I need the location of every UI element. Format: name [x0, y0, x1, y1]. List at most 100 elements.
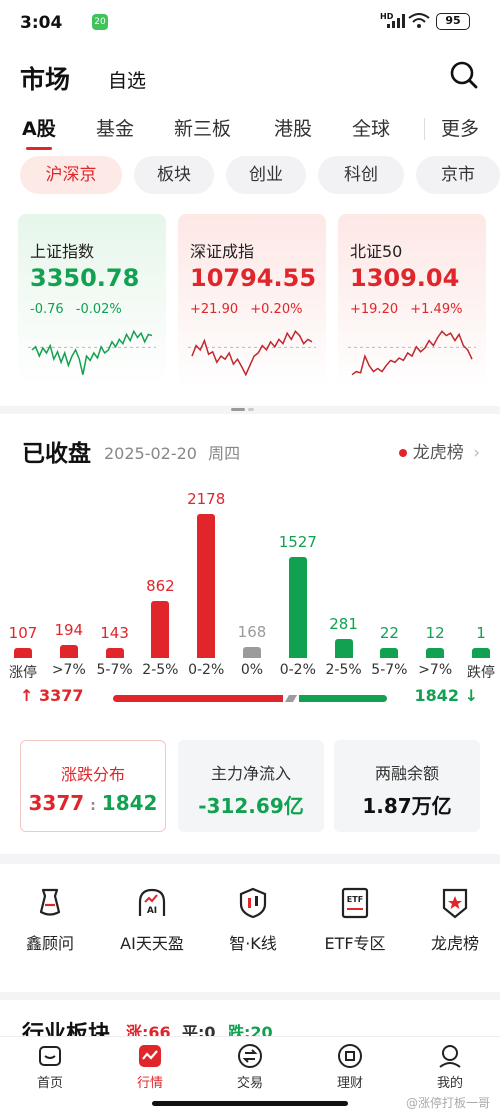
stat-label: 涨跌分布 [60, 765, 125, 784]
nav-label: 首页 [36, 1076, 63, 1091]
index-card-bse50[interactable]: 北证50 1309.04 +19.20 +1.49% [338, 214, 486, 388]
distribution-bar-value: 1527 [278, 533, 317, 552]
index-name: 上证指数 [30, 242, 95, 261]
search-icon[interactable] [449, 60, 479, 90]
shortcut-dragon-list[interactable]: 龙虎榜 [410, 886, 500, 954]
shortcut-advisor[interactable]: 鑫顾问 [5, 886, 95, 954]
page-title: 市场 [20, 65, 71, 94]
distribution-bar-label: >7% [51, 662, 86, 678]
down-count: 1842 ↓ [414, 686, 478, 705]
index-value: 3350.78 [30, 264, 140, 292]
index-card-shenzhen[interactable]: 深证成指 10794.55 +21.90 +0.20% [178, 214, 326, 388]
stat-value: 3377:1842 [21, 791, 165, 815]
ratio-bar [113, 695, 387, 702]
up-down-ratio: ↑ 3377 1842 ↓ [0, 686, 500, 716]
etf-icon: ETF [341, 887, 369, 919]
pill-bj[interactable]: 京市 [416, 156, 500, 194]
nav-label: 我的 [436, 1076, 463, 1091]
down-arrow-icon: ↓ [464, 686, 478, 705]
stat-label: 两融余额 [374, 764, 439, 783]
industry-sectors-header[interactable]: 行业板块 涨:66 平:0 跌:20 [0, 1000, 500, 1040]
tab-global[interactable]: 全球 [352, 114, 390, 141]
index-value: 1309.04 [350, 264, 460, 292]
tab-new-third-board[interactable]: 新三板 [174, 114, 231, 141]
stat-separator: : [90, 798, 96, 814]
pill-star[interactable]: 科创 [318, 156, 404, 194]
shortcut-etf[interactable]: ETF ETF专区 [310, 886, 400, 954]
distribution-bar [59, 645, 78, 658]
index-change-abs: +21.90 [190, 302, 239, 317]
carousel-dots [231, 396, 257, 415]
tab-divider [424, 118, 425, 140]
up-arrow-icon: ↑ [20, 686, 34, 705]
down-count-value: 1842 [414, 686, 460, 705]
distribution-bar [197, 514, 216, 658]
dragon-badge-icon [442, 888, 468, 919]
bottom-nav: 首页 行情 交易 理财 我的 @涨停打板一哥 [0, 1036, 500, 1111]
ratio-bar-flat [284, 695, 298, 702]
distribution-bar-label: 5-7% [96, 662, 133, 678]
index-sparkline [348, 330, 476, 376]
stat-margin-balance[interactable]: 两融余额 1.87万亿 [334, 740, 480, 832]
tab-a-shares[interactable]: A股 [22, 114, 56, 141]
index-sparkline [188, 330, 316, 377]
market-summary: 已收盘 2025-02-20 周四 龙虎榜 › 107 涨停 194 >7% 143 5-… [0, 414, 500, 854]
shortcut-ai[interactable]: AI AI天天盈 [107, 886, 197, 954]
distribution-chart: 107 涨停 194 >7% 143 5-7% 862 2-5% 2178 0-2% 168 0% 15… [0, 414, 500, 714]
market-chart-icon [139, 1045, 161, 1067]
home-indicator [152, 1101, 348, 1106]
nav-label: 行情 [136, 1076, 163, 1091]
nav-trade[interactable]: 交易 [215, 1043, 285, 1091]
status-time: 3:04 [20, 13, 63, 33]
tab-more[interactable]: 更多 [441, 114, 479, 141]
active-tab-indicator [26, 147, 52, 150]
stat-distribution[interactable]: 涨跌分布 3377:1842 [20, 740, 166, 832]
index-name: 深证成指 [190, 242, 255, 261]
nav-wealth[interactable]: 理财 [315, 1043, 385, 1091]
shortcut-label: 鑫顾问 [25, 934, 74, 953]
wealth-icon [338, 1044, 362, 1068]
pill-sh-sz-bj[interactable]: 沪深京 [20, 156, 122, 194]
distribution-bar [334, 639, 353, 658]
distribution-bar-label: 2-5% [142, 662, 179, 678]
distribution-bar-value: 281 [329, 615, 358, 634]
up-count-value: 3377 [38, 686, 84, 705]
distribution-bar [426, 648, 445, 658]
distribution-bar [243, 646, 261, 658]
stat-value: -312.69亿 [198, 794, 304, 818]
stat-main-inflow[interactable]: 主力净流入 -312.69亿 [178, 740, 324, 832]
app-header: 市场 自选 [0, 44, 500, 106]
nav-home[interactable]: 首页 [15, 1043, 85, 1091]
trade-icon [238, 1044, 262, 1068]
distribution-bar [380, 648, 399, 658]
pill-sectors[interactable]: 板块 [134, 156, 214, 194]
index-change: -0.76 -0.02% [30, 302, 130, 317]
pill-chinext[interactable]: 创业 [226, 156, 306, 194]
distribution-bar [288, 557, 307, 658]
distribution-bar-value: 22 [379, 624, 399, 642]
signal-icon [387, 14, 405, 28]
nav-label: 交易 [236, 1076, 263, 1091]
index-sparkline [28, 329, 156, 375]
svg-text:AI: AI [147, 906, 157, 916]
distribution-bar [151, 601, 170, 658]
index-change: +19.20 +1.49% [350, 302, 470, 317]
shortcut-label: 龙虎榜 [430, 934, 479, 953]
distribution-bar-label: 0-2% [279, 662, 316, 678]
index-value: 10794.55 [190, 264, 317, 292]
nav-market[interactable]: 行情 [115, 1043, 185, 1091]
index-card-shanghai[interactable]: 上证指数 3350.78 -0.76 -0.02% [18, 214, 166, 388]
nav-label: 理财 [336, 1076, 363, 1091]
favorites-tab[interactable]: 自选 [108, 66, 146, 93]
index-change-pct: +1.49% [410, 302, 463, 317]
index-change-pct: -0.02% [75, 302, 122, 317]
shield-kline-icon [239, 887, 267, 919]
tab-hk-stocks[interactable]: 港股 [274, 114, 312, 141]
index-change-pct: +0.20% [250, 302, 303, 317]
nav-profile[interactable]: 我的 [415, 1043, 485, 1091]
tab-funds[interactable]: 基金 [96, 114, 134, 141]
index-name: 北证50 [350, 242, 403, 261]
distribution-bar-value: 168 [237, 622, 267, 641]
distribution-bar [472, 648, 490, 658]
shortcut-kline[interactable]: 智·K线 [208, 886, 298, 954]
